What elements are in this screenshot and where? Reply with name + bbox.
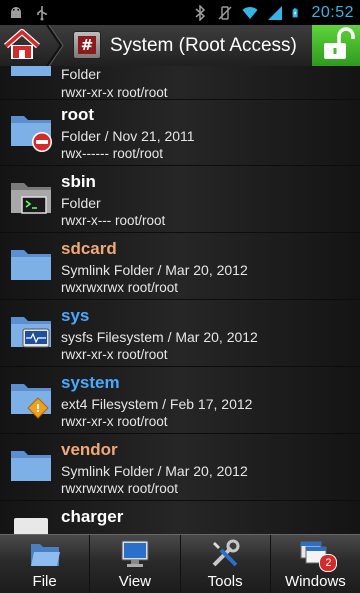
list-item[interactable]: sys sysfs Filesystem / Mar 20, 2012 rwxr…	[0, 301, 360, 367]
clock: 20:52	[311, 3, 354, 21]
folder-icon	[11, 451, 51, 481]
list-item[interactable]: Folder rwxr-xr-x root/root	[0, 66, 360, 100]
monitor-icon	[121, 540, 149, 567]
item-info: Folder	[61, 66, 101, 82]
signal-icon	[268, 5, 283, 20]
folder-icon	[11, 66, 51, 76]
item-name: charger	[61, 507, 124, 526]
wrench-screwdriver-icon	[212, 539, 240, 567]
item-info: Symlink Folder / Mar 20, 2012	[61, 262, 248, 278]
item-name: sys	[61, 306, 90, 325]
windows-button[interactable]: 2 Windows	[271, 535, 360, 593]
tools-button[interactable]: Tools	[181, 535, 271, 593]
vibrate-icon	[218, 5, 232, 20]
view-button[interactable]: View	[90, 535, 181, 593]
android-debug-icon	[11, 6, 21, 18]
file-button[interactable]: File	[0, 535, 91, 593]
folder-monitor-icon	[11, 317, 51, 348]
item-name: sdcard	[61, 239, 117, 258]
item-info: Folder / Nov 21, 2011	[61, 128, 195, 144]
list-item[interactable]: charger	[0, 502, 360, 534]
folder-terminal-icon	[11, 183, 51, 214]
breadcrumb-separator-icon	[46, 25, 64, 66]
unlocked-lock-icon	[324, 27, 355, 59]
folder-warning-icon: !	[11, 384, 51, 419]
folder-open-icon	[30, 544, 60, 566]
list-item[interactable]: root Folder / Nov 21, 2011 rwx------ roo…	[0, 100, 360, 166]
item-info: Symlink Folder / Mar 20, 2012	[61, 463, 248, 479]
usb-icon	[37, 5, 47, 20]
root-filesystem-icon[interactable]: #	[73, 31, 101, 59]
item-info: Folder	[61, 195, 101, 211]
item-name: sbin	[61, 172, 96, 191]
list-item[interactable]: sdcard Symlink Folder / Mar 20, 2012 rwx…	[0, 234, 360, 300]
item-permissions: rwxr-xr-x root/root	[61, 347, 168, 362]
folder-icon	[11, 250, 51, 280]
item-permissions: rwxr-xr-x root/root	[61, 85, 168, 100]
page-title: System (Root Access)	[110, 35, 297, 56]
wifi-icon	[242, 6, 258, 19]
action-bar: # System (Root Access)	[0, 25, 360, 67]
folder-restricted-icon	[11, 116, 52, 152]
item-name: system	[61, 373, 120, 392]
item-name: vendor	[61, 440, 118, 459]
battery-icon	[293, 7, 299, 17]
item-permissions: rwxrwxrwx root/root	[61, 280, 179, 295]
file-icon	[14, 518, 48, 534]
list-item[interactable]: ! system ext4 Filesystem / Feb 17, 2012 …	[0, 368, 360, 434]
item-permissions: rwxr-x--- root/root	[61, 213, 166, 228]
lock-button[interactable]	[312, 25, 360, 66]
svg-text:!: !	[35, 402, 40, 415]
home-icon[interactable]	[0, 25, 44, 66]
windows-count-badge: 2	[319, 554, 338, 572]
bottom-toolbar: File View Tools 2 Windows	[0, 534, 360, 593]
file-list: Folder rwxr-xr-x root/root root Folder /…	[0, 66, 360, 534]
item-permissions: rwxr-xr-x root/root	[61, 414, 168, 429]
item-name: root	[61, 105, 95, 124]
item-info: sysfs Filesystem / Mar 20, 2012	[61, 329, 258, 345]
item-permissions: rwx------ root/root	[61, 146, 163, 161]
list-item[interactable]: sbin Folder rwxr-x--- root/root	[0, 167, 360, 233]
item-info: ext4 Filesystem / Feb 17, 2012	[61, 396, 253, 412]
list-item[interactable]: vendor Symlink Folder / Mar 20, 2012 rwx…	[0, 435, 360, 501]
status-bar: 20:52	[0, 0, 360, 25]
bluetooth-icon	[195, 4, 206, 21]
item-permissions: rwxrwxrwx root/root	[61, 481, 179, 496]
